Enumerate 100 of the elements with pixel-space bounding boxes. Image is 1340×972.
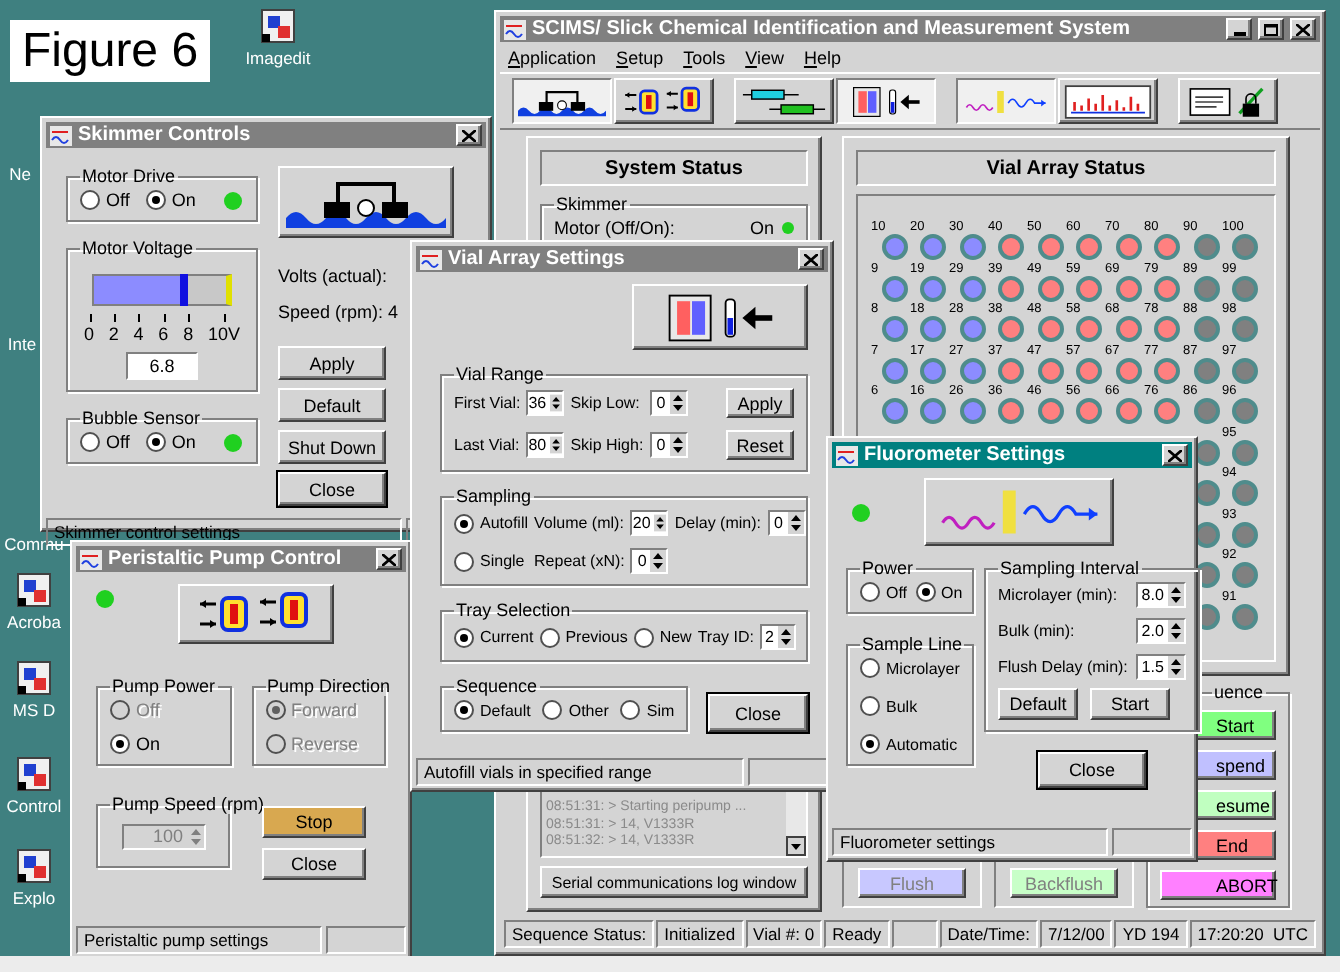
program-icon[interactable]: [16, 660, 52, 696]
radio-button[interactable]: Autofill: [454, 513, 529, 533]
radio-indicator[interactable]: [145, 432, 166, 452]
radio-indicator[interactable]: [542, 700, 563, 720]
close-button[interactable]: [1162, 444, 1188, 466]
radio-button[interactable]: Off: [80, 432, 130, 452]
dialog-button[interactable]: Default: [998, 688, 1078, 720]
radio-button[interactable]: Current: [454, 627, 534, 647]
voltage-slider[interactable]: [92, 274, 232, 306]
scroll-down-icon[interactable]: [786, 836, 806, 856]
close-dialog-button[interactable]: Close: [708, 694, 808, 732]
menu-item[interactable]: Help: [803, 47, 841, 67]
icon-label[interactable]: Acroba: [7, 612, 61, 632]
radio-indicator[interactable]: [620, 700, 641, 720]
spin-arrows-icon[interactable]: [1167, 656, 1184, 678]
icon-label[interactable]: Imagedit: [245, 48, 311, 68]
radio-indicator[interactable]: [145, 190, 166, 210]
image-button[interactable]: [278, 166, 454, 238]
icon-label[interactable]: MS D: [12, 700, 56, 720]
menu-item[interactable]: Application: [508, 47, 597, 67]
dialog-button[interactable]: Default: [278, 388, 386, 422]
spin-arrows-icon[interactable]: [777, 626, 794, 648]
program-icon[interactable]: [16, 572, 52, 608]
spin-field[interactable]: 8.0: [1135, 582, 1186, 608]
radio-button[interactable]: Single: [454, 551, 529, 571]
dialog-button[interactable]: Shut Down: [278, 430, 386, 464]
radio-button[interactable]: Bulk: [860, 696, 960, 716]
icon-label[interactable]: Inte: [7, 334, 37, 354]
dialog-button[interactable]: Apply: [278, 346, 386, 380]
spin-field[interactable]: 2.0: [1135, 618, 1186, 644]
close-button[interactable]: [456, 124, 482, 146]
radio-indicator[interactable]: [539, 627, 560, 647]
image-button[interactable]: [178, 584, 334, 644]
spin-arrows-icon[interactable]: [550, 392, 563, 414]
spin-field[interactable]: 20: [630, 510, 669, 536]
spin-field[interactable]: 2: [759, 624, 796, 650]
radio-indicator[interactable]: [80, 432, 100, 452]
radio-indicator[interactable]: [110, 734, 130, 754]
minimize-button[interactable]: [1226, 18, 1252, 40]
spin-field[interactable]: 1.5: [1135, 654, 1186, 680]
program-icon[interactable]: [16, 756, 52, 792]
radio-button[interactable]: Previous: [539, 627, 628, 647]
dialog-button[interactable]: Stop: [262, 806, 366, 838]
radio-button[interactable]: Sim: [620, 700, 675, 720]
radio-button[interactable]: Off: [80, 190, 130, 210]
toolbar-button[interactable]: [836, 78, 936, 124]
icon-label[interactable]: Control: [6, 796, 62, 816]
spin-field[interactable]: 80: [526, 432, 565, 458]
program-icon[interactable]: [16, 848, 52, 884]
spin-arrows-icon[interactable]: [787, 512, 803, 534]
spin-arrows-icon[interactable]: [650, 550, 667, 572]
radio-indicator[interactable]: [454, 627, 474, 647]
maximize-button[interactable]: [1258, 18, 1284, 40]
spin-field[interactable]: 36: [526, 390, 565, 416]
spin-arrows-icon[interactable]: [550, 434, 563, 456]
radio-button[interactable]: Default: [454, 700, 531, 720]
program-icon[interactable]: [260, 8, 296, 44]
close-dialog-button[interactable]: Close: [1037, 752, 1146, 788]
dialog-button[interactable]: Start: [1090, 688, 1170, 720]
toolbar-button[interactable]: [512, 78, 612, 124]
radio-button[interactable]: New: [633, 627, 692, 647]
radio-button[interactable]: On: [110, 734, 217, 754]
scrollbar[interactable]: [786, 786, 806, 856]
icon-label[interactable]: Explo: [12, 888, 56, 908]
spin-arrows-icon[interactable]: [669, 434, 686, 456]
close-button[interactable]: [376, 548, 402, 570]
radio-button[interactable]: On: [915, 582, 963, 602]
radio-indicator[interactable]: [860, 696, 880, 716]
radio-button[interactable]: On: [145, 432, 196, 452]
value-field[interactable]: 6.8: [126, 352, 198, 380]
radio-indicator[interactable]: [80, 190, 100, 210]
spin-field[interactable]: 0: [649, 432, 688, 458]
menu-item[interactable]: View: [745, 47, 784, 67]
image-button[interactable]: [924, 478, 1114, 546]
log-window-button[interactable]: Serial communications log window: [540, 866, 808, 898]
spin-field[interactable]: 0: [630, 548, 669, 574]
radio-indicator[interactable]: [860, 658, 880, 678]
radio-indicator[interactable]: [454, 700, 474, 720]
radio-button[interactable]: Microlayer: [860, 658, 960, 678]
dialog-button[interactable]: Reset: [726, 430, 794, 460]
radio-button[interactable]: On: [145, 190, 196, 210]
radio-indicator[interactable]: [860, 582, 880, 602]
icon-label[interactable]: Ne: [9, 164, 31, 184]
spin-field[interactable]: 0: [649, 390, 688, 416]
radio-button[interactable]: Automatic: [860, 734, 960, 754]
radio-indicator[interactable]: [915, 582, 936, 602]
radio-button[interactable]: Off: [860, 582, 908, 602]
image-button[interactable]: [632, 284, 808, 350]
dialog-button[interactable]: Apply: [726, 388, 794, 418]
close-button[interactable]: [798, 248, 824, 270]
menu-item[interactable]: Tools: [683, 47, 726, 67]
dialog-button[interactable]: Close: [262, 848, 366, 880]
radio-indicator[interactable]: [860, 734, 880, 754]
spin-arrows-icon[interactable]: [669, 392, 686, 414]
spin-field[interactable]: 0: [767, 510, 805, 536]
slider-thumb[interactable]: [179, 274, 188, 306]
radio-indicator[interactable]: [633, 627, 654, 647]
spin-arrows-icon[interactable]: [1167, 584, 1184, 606]
menu-item[interactable]: Setup: [616, 47, 664, 67]
radio-indicator[interactable]: [454, 551, 474, 571]
